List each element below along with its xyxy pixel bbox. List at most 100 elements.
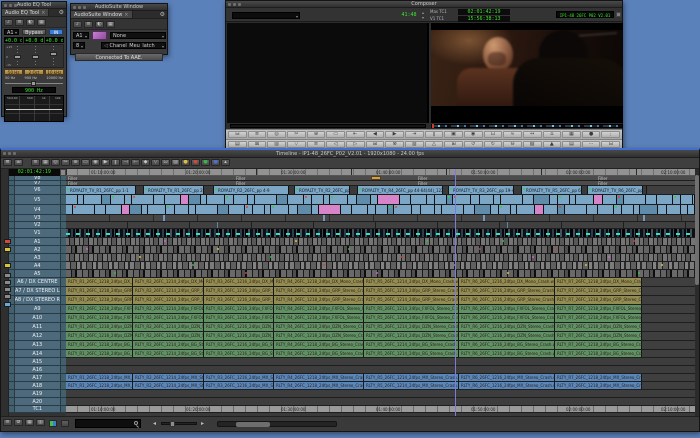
video-clip[interactable]	[225, 195, 234, 204]
stem-clip[interactable]: RLTY_R4_26FC_1218_24fps_GRP_Stereo_Crash…	[274, 296, 364, 304]
video-clip[interactable]	[534, 195, 550, 204]
solo-button-icon[interactable]	[4, 273, 11, 278]
stem-clip[interactable]: RLTY_R7_26FC_1218_24fps_MX_Stereo_Crash.…	[555, 382, 642, 389]
track-header-A15[interactable]: A15	[9, 358, 66, 366]
band1-freq-button[interactable]: 50 Hz	[4, 69, 23, 75]
window-control-icons[interactable]	[4, 4, 17, 7]
video-clip[interactable]	[658, 205, 667, 214]
video-clip[interactable]	[148, 205, 166, 214]
timeline-track-A15[interactable]	[66, 358, 695, 366]
gear-icon[interactable]: ⚙	[59, 9, 64, 17]
video-clip[interactable]	[681, 195, 693, 204]
stem-clip[interactable]: RLTY_R3_26FC_1216_24fps_DZN_Stereo_Crash…	[204, 323, 274, 331]
step-back-button[interactable]: ◀	[366, 131, 385, 138]
track-header-A4[interactable]: A4	[9, 262, 66, 270]
clip-name-selector[interactable]: ◁ Chanel_Meu_latch▾	[101, 42, 166, 49]
track-header-A3[interactable]: A3	[9, 254, 66, 262]
video-clip[interactable]	[95, 205, 106, 214]
stem-clip[interactable]: RLTY_R6_26FC_1216_24fps_FXFOL_Stereo_Cra…	[459, 305, 555, 313]
grid-button[interactable]: ▦	[41, 159, 50, 166]
video-clip[interactable]	[218, 205, 229, 214]
track-header-V3[interactable]: V3	[9, 215, 66, 222]
small-clip[interactable]	[371, 176, 381, 180]
royalty-clip[interactable]: ROYALTY_TV_R2_26FC_pp 10-18	[295, 186, 350, 194]
toggle-source-record-button[interactable]	[61, 420, 69, 427]
plugin-selector[interactable]: None▾	[110, 32, 166, 39]
stem-clip[interactable]: RLTY_R3_26FC_1216_24fps_DZN_Stereo_Crash…	[204, 332, 274, 340]
video-clip[interactable]	[271, 205, 289, 214]
video-clip[interactable]	[289, 205, 298, 214]
extract-button[interactable]: ⊡	[484, 131, 503, 138]
zoom-slider-track[interactable]	[161, 422, 197, 425]
video-clip[interactable]	[480, 195, 494, 204]
timeline-track-A19[interactable]	[66, 390, 695, 398]
timeline-track-A13[interactable]: RLTY_R1_26FC_1218_24fps_BG_Stereo_Crash.…	[66, 341, 695, 350]
record-button[interactable]: ◉	[91, 159, 100, 166]
eq-tab[interactable]: Audio EQ Tool×	[2, 9, 49, 16]
timeline-track-A17[interactable]: RLTY_R1_26FC_1218_24fps_MX_Stereo_Crash.…	[66, 374, 695, 382]
quad-split-button[interactable]: ▤	[228, 141, 247, 148]
video-clip[interactable]	[189, 205, 196, 214]
video-clip[interactable]	[464, 205, 475, 214]
video-clip[interactable]	[248, 195, 255, 204]
video-clip[interactable]	[73, 205, 95, 214]
waveform-toggle-icon[interactable]	[4, 302, 11, 307]
position-indicator[interactable]	[432, 124, 434, 128]
video-clip[interactable]	[234, 195, 248, 204]
stem-clip[interactable]: RLTY_R7_26FC_1218_24fps_MX_Stereo_Crash.…	[555, 374, 642, 381]
video-clip[interactable]	[558, 205, 565, 214]
stem-clip[interactable]: RLTY_R3_26FC_1216_24fps_DX_Mono_Crash.wa…	[204, 278, 274, 286]
track-header-V6[interactable]: V6	[9, 186, 66, 195]
play-button[interactable]: ▶	[101, 159, 110, 166]
royalty-clip[interactable]: ROYALTY_TV_R5_26FC_pp 65-80	[522, 186, 582, 194]
timeline-track-TC1[interactable]: 01:10:00:0001:20:00:0001:30:00:0001:40:0…	[66, 406, 695, 413]
tracks-button[interactable]: ▥	[405, 141, 424, 148]
video-clip[interactable]	[587, 205, 598, 214]
band2-width-button[interactable]: 2 Oct	[24, 69, 43, 75]
video-clip[interactable]	[132, 195, 154, 204]
stem-clip[interactable]: RLTY_R2_26FC_1214_24fps_DZN_Stereo_Crash…	[133, 332, 204, 340]
video-clip[interactable]	[330, 195, 348, 204]
stem-clip[interactable]: RLTY_R2_26FC_1214_24fps_GRP_Stereo_Crash…	[133, 296, 204, 304]
settings-gear-button[interactable]: ⚙	[14, 419, 23, 426]
stem-clip[interactable]: RLTY_R5_26FC_1214_24fps_DZN_Stereo_Crash…	[364, 332, 459, 340]
video-clip[interactable]	[501, 195, 523, 204]
track-header-A5[interactable]: A5	[9, 270, 66, 278]
pause-button[interactable]: ‖	[425, 131, 444, 138]
clip-menu-button[interactable]	[616, 12, 621, 17]
video-clip[interactable]	[352, 205, 368, 214]
stem-clip[interactable]: RLTY_R6_26FC_1216_24fps_MX_Stereo_Crash.…	[459, 382, 555, 389]
pause-button[interactable]: ‖	[111, 159, 120, 166]
video-clip[interactable]	[376, 205, 388, 214]
video-clip[interactable]	[688, 205, 695, 214]
timeline-track-A18[interactable]: RLTY_R1_26FC_1218_24fps_MX_Stereo_Crash.…	[66, 382, 695, 390]
stem-clip[interactable]: RLTY_R4_26FC_1218_24fps_DZN_Stereo_Crash…	[274, 332, 364, 340]
timeline-track-A12[interactable]: RLTY_R1_26FC_1218_24fps_DZN_Stereo_Crash…	[66, 332, 695, 341]
channel-selector[interactable]: 8▾	[73, 42, 85, 49]
scrollbar-thumb[interactable]	[695, 175, 699, 285]
video-clip[interactable]	[181, 195, 189, 204]
stem-clip[interactable]: RLTY_R1_26FC_1218_24fps_FXFOL_Stereo_Cra…	[66, 305, 133, 313]
menu-button[interactable]: ≡	[307, 141, 326, 148]
stem-clip[interactable]: RLTY_R6_26FC_1216_24fps_DX_Mono_Crash.wa…	[459, 278, 555, 286]
video-clip[interactable]	[84, 195, 102, 204]
video-clip[interactable]	[175, 205, 189, 214]
wipe-button[interactable]: ▽	[151, 159, 160, 166]
timeline-titlebar[interactable]: Timeline - IP1-48_26FC_P02_V2.01 - 1920x…	[1, 150, 699, 158]
stem-clip[interactable]: RLTY_R2_26FC_1214_24fps_BG_Stereo_Crash.…	[133, 350, 204, 357]
video-clip[interactable]	[657, 195, 673, 204]
marker-yellow-button[interactable]: ●	[181, 159, 190, 166]
tab-close-icon[interactable]: ×	[124, 12, 128, 18]
stem-clip[interactable]: RLTY_R1_26FC_1218_24fps_BG_Stereo_Crash.…	[66, 350, 133, 357]
video-clip[interactable]	[594, 195, 603, 204]
marker-blue-button[interactable]: ●	[211, 159, 220, 166]
overwrite-button[interactable]: ⊕	[307, 131, 326, 138]
video-clip[interactable]	[427, 195, 435, 204]
audiosuite-titlebar[interactable]: AudioSuite Window	[71, 4, 167, 11]
stem-clip[interactable]: RLTY_R1_26FC_1218_24fps_DZN_Stereo_Crash…	[66, 332, 133, 340]
fast-menu-button[interactable]: ≡	[84, 21, 93, 28]
fast-menu-button[interactable]: ≡	[31, 159, 40, 166]
video-clip[interactable]	[491, 205, 499, 214]
zoom-out-icon[interactable]: ◂	[153, 420, 156, 428]
track-header-A11[interactable]: A11	[9, 323, 66, 332]
